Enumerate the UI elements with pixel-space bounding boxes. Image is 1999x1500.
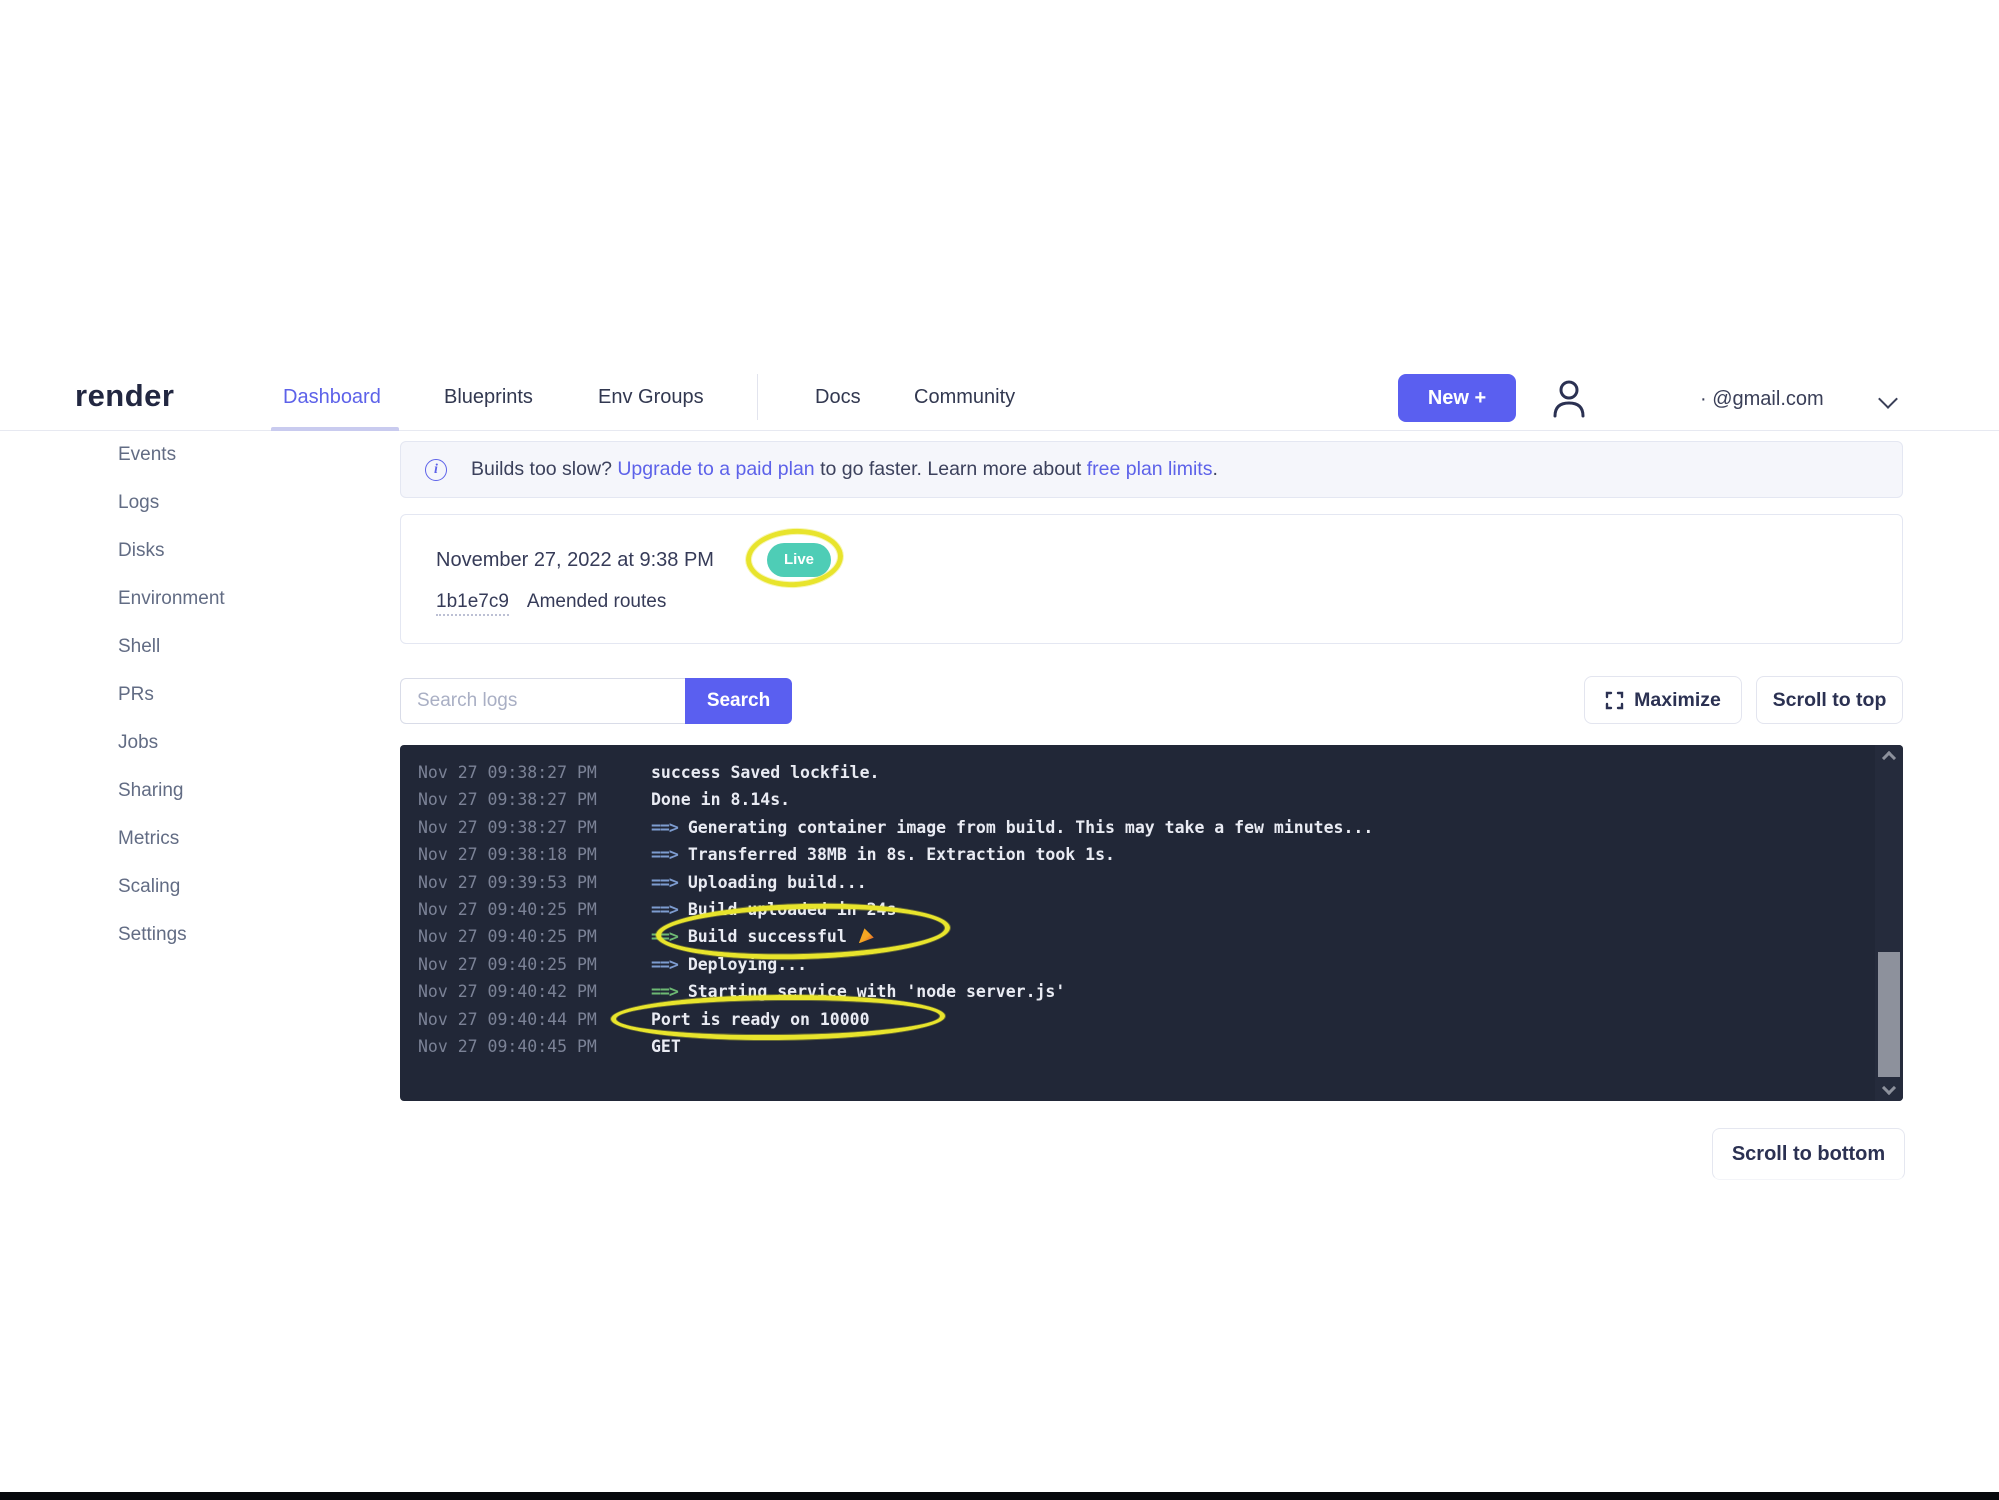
scrollbar-down-arrow-icon[interactable] [1882,1081,1896,1095]
info-icon: i [425,459,447,481]
upgrade-plan-link[interactable]: Upgrade to a paid plan [617,458,814,480]
nav-tab-env-groups[interactable]: Env Groups [598,386,704,409]
sidebar-item-settings[interactable]: Settings [80,911,370,959]
log-line: Nov 27 09:38:27 PMDone in 8.14s. [418,786,1863,813]
log-line: Nov 27 09:38:27 PMsuccess Saved lockfile… [418,759,1863,786]
log-arrow-icon: ==> [651,845,678,864]
search-logs-input[interactable] [400,678,685,724]
sidebar-item-prs[interactable]: PRs [80,671,370,719]
log-line: Nov 27 09:39:53 PM==> Uploading build... [418,869,1863,896]
sidebar-item-environment[interactable]: Environment [80,575,370,623]
log-timestamp: Nov 27 09:40:25 PM [418,951,651,978]
log-line: Nov 27 09:40:45 PMGET [418,1033,1863,1060]
nav-link-community[interactable]: Community [914,386,1015,409]
account-email[interactable]: · @gmail.com [1700,388,1824,411]
log-arrow-icon: ==> [651,955,678,974]
log-lines: Nov 27 09:38:27 PMsuccess Saved lockfile… [418,759,1863,1060]
terminal-scrollbar[interactable] [1875,745,1903,1101]
top-navigation: render Dashboard Blueprints Env Groups D… [0,366,1999,431]
party-popper-icon [859,928,874,943]
log-message: Done in 8.14s. [651,790,790,809]
upgrade-banner: i Builds too slow? Upgrade to a paid pla… [400,441,1903,498]
log-timestamp: Nov 27 09:40:45 PM [418,1033,651,1060]
sidebar-item-events[interactable]: Events [80,431,370,479]
commit-hash-link[interactable]: 1b1e7c9 [436,591,509,616]
log-line: Nov 27 09:38:27 PM==> Generating containe… [418,814,1863,841]
nav-tab-dashboard[interactable]: Dashboard [283,386,381,409]
log-timestamp: Nov 27 09:38:27 PM [418,759,651,786]
log-arrow-icon: ==> [651,927,678,946]
commit-message: Amended routes [527,591,666,612]
log-line: Nov 27 09:40:25 PM==> Build uploaded in 2… [418,896,1863,923]
log-line: Nov 27 09:40:44 PMPort is ready on 10000 [418,1006,1863,1033]
sidebar-item-logs[interactable]: Logs [80,479,370,527]
render-logo: render [75,378,174,414]
free-plan-limits-link[interactable]: free plan limits [1087,458,1213,480]
sidebar-item-sharing[interactable]: Sharing [80,767,370,815]
deploy-card: November 27, 2022 at 9:38 PM Live 1b1e7c… [400,514,1903,644]
service-sidebar: Events Logs Disks Environment Shell PRs … [80,431,370,959]
log-timestamp: Nov 27 09:39:53 PM [418,869,651,896]
render-dashboard-page: render Dashboard Blueprints Env Groups D… [0,0,1999,1500]
log-arrow-icon: ==> [651,982,678,1001]
sidebar-item-shell[interactable]: Shell [80,623,370,671]
user-avatar-icon[interactable] [1552,376,1586,420]
log-timestamp: Nov 27 09:38:18 PM [418,841,651,868]
upgrade-banner-text: Builds too slow? Upgrade to a paid plan … [471,458,1218,481]
log-arrow-icon: ==> [651,900,678,919]
log-timestamp: Nov 27 09:40:25 PM [418,923,651,950]
nav-link-docs[interactable]: Docs [815,386,861,409]
sidebar-item-disks[interactable]: Disks [80,527,370,575]
scrollbar-thumb[interactable] [1878,952,1900,1077]
banner-middle: to go faster. Learn more about [815,458,1087,480]
log-timestamp: Nov 27 09:40:42 PM [418,978,651,1005]
new-button[interactable]: New + [1398,374,1516,422]
log-timestamp: Nov 27 09:38:27 PM [418,786,651,813]
banner-prefix: Builds too slow? [471,458,617,480]
deploy-timestamp: November 27, 2022 at 9:38 PM [436,549,714,572]
sidebar-item-metrics[interactable]: Metrics [80,815,370,863]
log-arrow-icon: ==> [651,818,678,837]
sidebar-item-jobs[interactable]: Jobs [80,719,370,767]
sidebar-item-scaling[interactable]: Scaling [80,863,370,911]
log-message: Build uploaded in 24s [688,900,897,919]
log-line: Nov 27 09:38:18 PM==> Transferred 38MB in… [418,841,1863,868]
log-timestamp: Nov 27 09:38:27 PM [418,814,651,841]
nav-divider [757,374,758,420]
log-arrow-icon: ==> [651,873,678,892]
log-timestamp: Nov 27 09:40:44 PM [418,1006,651,1033]
nav-tab-blueprints[interactable]: Blueprints [444,386,533,409]
log-message: Build successful [688,927,847,946]
log-message: Starting service with 'node server.js' [688,982,1066,1001]
scroll-to-bottom-button[interactable]: Scroll to bottom [1712,1128,1905,1180]
log-message: Generating container image from build. T… [688,818,1373,837]
maximize-label: Maximize [1634,689,1721,712]
log-line: Nov 27 09:40:42 PM==> Starting service wi… [418,978,1863,1005]
commit-row: 1b1e7c9 Amended routes [436,591,666,613]
log-line: Nov 27 09:40:25 PM==> Build successful [418,923,1863,950]
log-message: Port is ready on 10000 [651,1010,870,1029]
maximize-button[interactable]: Maximize [1584,676,1742,724]
log-line: Nov 27 09:40:25 PM==> Deploying... [418,951,1863,978]
scrollbar-up-arrow-icon[interactable] [1882,751,1896,765]
search-button[interactable]: Search [685,678,792,724]
log-message: Deploying... [688,955,807,974]
live-status-badge: Live [767,543,831,577]
chevron-down-icon[interactable] [1878,389,1898,409]
scroll-to-top-button[interactable]: Scroll to top [1756,676,1903,724]
log-message: Transferred 38MB in 8s. Extraction took … [688,845,1115,864]
log-message: GET [651,1037,681,1056]
log-message: success Saved lockfile. [651,763,879,782]
log-terminal: Nov 27 09:38:27 PMsuccess Saved lockfile… [400,745,1903,1101]
maximize-icon [1605,691,1624,710]
log-timestamp: Nov 27 09:40:25 PM [418,896,651,923]
bottom-edge-bar [0,1492,1999,1500]
banner-suffix: . [1212,458,1217,480]
log-message: Uploading build... [688,873,867,892]
